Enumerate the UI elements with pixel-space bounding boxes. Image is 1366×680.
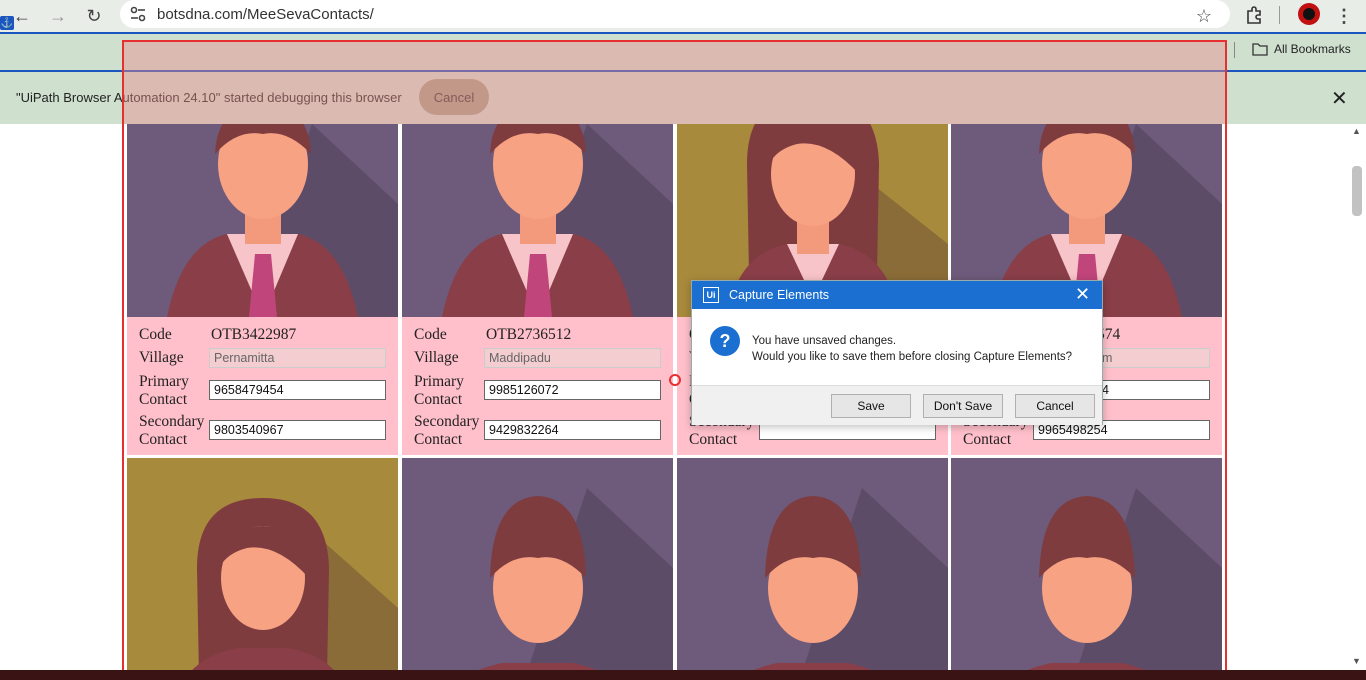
toolbar-divider [1279,6,1280,24]
scroll-up-icon[interactable]: ▲ [1352,126,1361,136]
save-button[interactable]: Save [831,394,911,418]
scrollbar-thumb[interactable] [1352,166,1362,216]
url-text[interactable]: botsdna.com/MeeSevaContacts/ [157,6,374,23]
question-icon: ? [710,326,740,356]
taskbar-strip [0,670,1366,680]
bookmark-star-icon[interactable]: ☆ [1192,4,1216,28]
all-bookmarks-label: All Bookmarks [1274,42,1351,56]
profile-avatar[interactable] [1298,3,1320,25]
menu-icon[interactable]: ⋮ [1332,4,1356,28]
dialog-message-line1: You have unsaved changes. [752,335,897,347]
all-bookmarks[interactable]: All Bookmarks [1252,42,1351,56]
extensions-icon[interactable] [1244,5,1264,25]
target-icon [669,374,681,386]
forward-icon[interactable]: → [46,4,70,28]
cancel-button[interactable]: Cancel [1015,394,1095,418]
bookmarks-divider [1234,42,1235,58]
site-settings-icon[interactable] [128,4,148,24]
dialog-title: Capture Elements [729,288,830,302]
folder-icon [1252,43,1268,56]
uipath-logo-icon: Ui [703,287,719,303]
dont-save-button[interactable]: Don't Save [923,394,1003,418]
dialog-message-line2: Would you like to save them before closi… [752,351,1073,363]
infobar-close-icon[interactable]: ✕ [1331,86,1348,111]
scroll-down-icon[interactable]: ▼ [1352,656,1361,666]
anchor-icon: ⚓ [0,16,14,30]
reload-icon[interactable]: ↻ [82,4,106,28]
capture-elements-dialog: Ui Capture Elements ✕ ? You have unsaved… [691,280,1103,425]
dialog-close-icon[interactable]: ✕ [1075,284,1090,305]
